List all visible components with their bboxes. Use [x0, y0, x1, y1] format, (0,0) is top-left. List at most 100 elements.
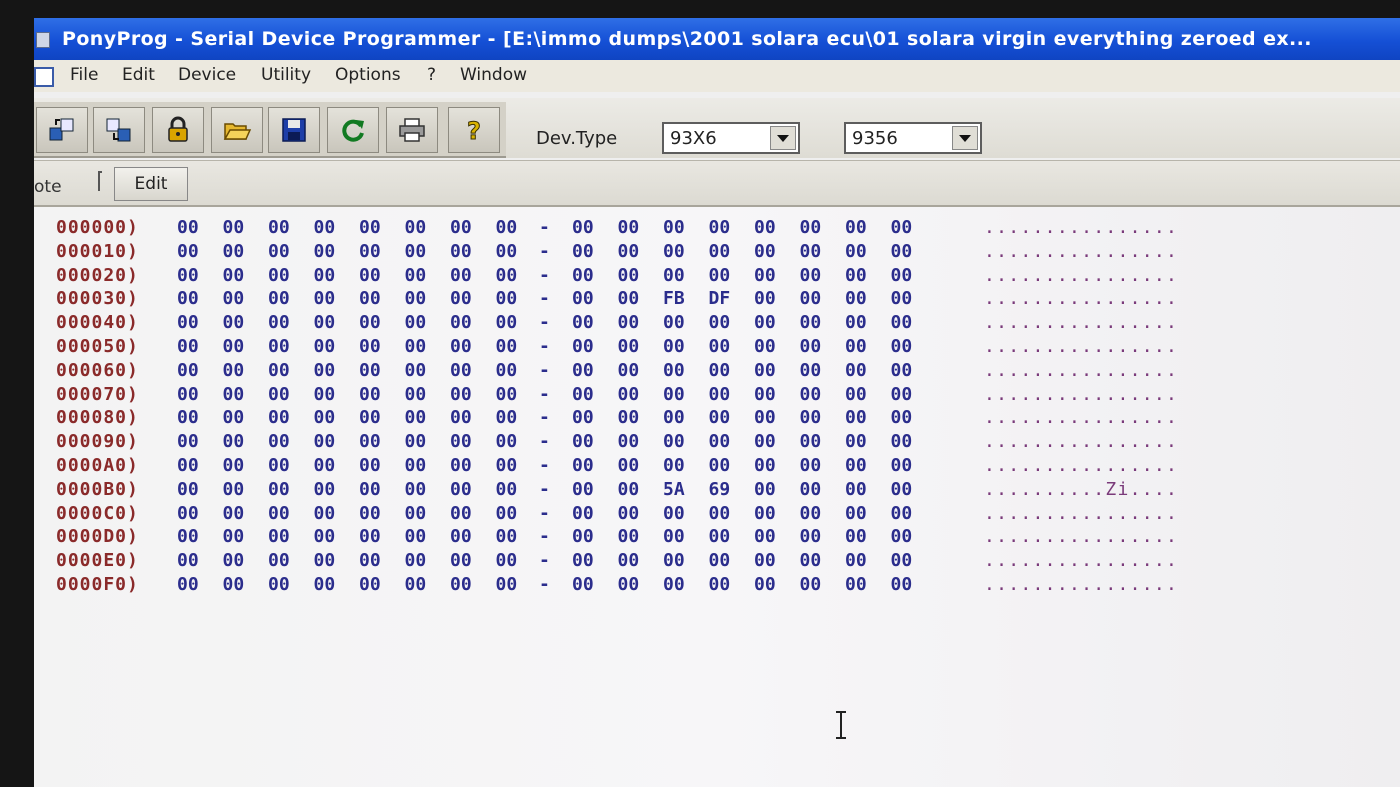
hex-byte[interactable]: 00 — [572, 455, 594, 476]
hex-byte[interactable]: 00 — [663, 241, 685, 262]
hex-byte[interactable]: 00 — [618, 312, 640, 333]
menu-file[interactable]: File — [68, 65, 100, 85]
hex-byte[interactable]: 00 — [223, 455, 245, 476]
hex-byte[interactable]: 00 — [618, 550, 640, 571]
hex-byte[interactable]: 00 — [359, 265, 381, 286]
hex-byte[interactable]: 00 — [709, 503, 731, 524]
hex-byte[interactable]: 00 — [177, 407, 199, 428]
hex-row-ascii[interactable]: ................ — [984, 503, 1178, 524]
hex-byte[interactable]: 00 — [359, 241, 381, 262]
hex-byte[interactable]: 00 — [223, 336, 245, 357]
save-device-button[interactable] — [93, 107, 145, 153]
help-button[interactable]: ? — [448, 107, 500, 153]
hex-byte[interactable]: 00 — [450, 217, 472, 238]
hex-byte[interactable]: 00 — [845, 312, 867, 333]
hex-byte[interactable]: 00 — [754, 288, 776, 309]
hex-byte[interactable]: 00 — [496, 312, 518, 333]
hex-byte[interactable]: 00 — [800, 217, 822, 238]
hex-byte[interactable]: 00 — [891, 265, 913, 286]
hex-byte[interactable]: 00 — [709, 312, 731, 333]
hex-byte[interactable]: 00 — [359, 360, 381, 381]
hex-byte[interactable]: 00 — [314, 503, 336, 524]
hex-byte[interactable]: 00 — [405, 455, 427, 476]
hex-byte[interactable]: 00 — [845, 550, 867, 571]
hex-byte[interactable]: 5A — [663, 479, 685, 500]
hex-byte[interactable]: 00 — [618, 407, 640, 428]
hex-byte[interactable]: 00 — [845, 455, 867, 476]
hex-byte[interactable]: 00 — [496, 288, 518, 309]
hex-byte[interactable]: 00 — [618, 479, 640, 500]
hex-byte[interactable]: 00 — [314, 288, 336, 309]
hex-byte[interactable]: 00 — [754, 336, 776, 357]
hex-byte[interactable]: 00 — [891, 288, 913, 309]
hex-byte[interactable]: 00 — [709, 550, 731, 571]
hex-byte[interactable]: 00 — [268, 241, 290, 262]
hex-byte[interactable]: 00 — [663, 265, 685, 286]
chevron-down-icon[interactable] — [952, 126, 978, 150]
hex-byte[interactable]: 00 — [177, 574, 199, 595]
hex-byte[interactable]: 00 — [450, 431, 472, 452]
hex-byte[interactable]: 00 — [845, 265, 867, 286]
hex-byte[interactable]: 00 — [572, 265, 594, 286]
hex-byte[interactable]: 00 — [572, 288, 594, 309]
hex-byte[interactable]: 00 — [496, 217, 518, 238]
hex-byte[interactable]: 00 — [314, 574, 336, 595]
hex-byte[interactable]: 00 — [405, 265, 427, 286]
hex-byte[interactable]: 00 — [177, 217, 199, 238]
hex-byte[interactable]: 00 — [223, 407, 245, 428]
hex-byte[interactable]: 00 — [800, 384, 822, 405]
open-file-button[interactable] — [211, 107, 263, 153]
hex-byte[interactable]: 00 — [268, 384, 290, 405]
hex-byte[interactable]: 00 — [314, 265, 336, 286]
hex-byte[interactable]: 00 — [845, 526, 867, 547]
hex-byte[interactable]: 00 — [314, 360, 336, 381]
hex-byte[interactable]: 00 — [359, 479, 381, 500]
hex-byte[interactable]: 00 — [496, 407, 518, 428]
hex-byte[interactable]: 00 — [268, 312, 290, 333]
hex-byte[interactable]: 00 — [891, 336, 913, 357]
reload-button[interactable] — [327, 107, 379, 153]
hex-byte[interactable]: 00 — [572, 312, 594, 333]
hex-byte[interactable]: 00 — [496, 455, 518, 476]
hex-byte[interactable]: 00 — [496, 574, 518, 595]
hex-byte[interactable]: 00 — [891, 455, 913, 476]
hex-byte[interactable]: 00 — [800, 360, 822, 381]
hex-byte[interactable]: 00 — [618, 360, 640, 381]
open-device-button[interactable] — [36, 107, 88, 153]
mdi-system-menu-icon[interactable] — [34, 67, 54, 87]
hex-editor[interactable]: 000000) 00 00 00 00 00 00 00 00 00 00 00 00 00 00 00 00-… — [34, 207, 1400, 787]
hex-byte[interactable]: 00 — [405, 288, 427, 309]
hex-byte[interactable]: 00 — [618, 574, 640, 595]
hex-byte[interactable]: 00 — [359, 431, 381, 452]
hex-byte[interactable]: 00 — [268, 574, 290, 595]
hex-byte[interactable]: 00 — [709, 217, 731, 238]
hex-byte[interactable]: 00 — [359, 574, 381, 595]
hex-byte[interactable]: 00 — [754, 455, 776, 476]
hex-byte[interactable]: 00 — [800, 407, 822, 428]
hex-byte[interactable]: 00 — [709, 360, 731, 381]
hex-byte[interactable]: 00 — [891, 526, 913, 547]
hex-byte[interactable]: 00 — [891, 431, 913, 452]
hex-byte[interactable]: 00 — [618, 217, 640, 238]
hex-byte[interactable]: 00 — [618, 241, 640, 262]
hex-byte[interactable]: 00 — [405, 336, 427, 357]
hex-byte[interactable]: 00 — [450, 407, 472, 428]
hex-byte[interactable]: 00 — [845, 479, 867, 500]
hex-row-ascii[interactable]: ................ — [984, 312, 1178, 333]
hex-byte[interactable]: 00 — [223, 431, 245, 452]
hex-row-ascii[interactable]: ................ — [984, 384, 1178, 405]
hex-byte[interactable]: 00 — [572, 384, 594, 405]
hex-row-ascii[interactable]: ................ — [984, 360, 1178, 381]
hex-byte[interactable]: 00 — [618, 336, 640, 357]
hex-byte[interactable]: 00 — [754, 550, 776, 571]
hex-byte[interactable]: 00 — [359, 384, 381, 405]
menu-options[interactable]: Options — [333, 65, 403, 85]
hex-byte[interactable]: 00 — [405, 312, 427, 333]
hex-byte[interactable]: 00 — [450, 526, 472, 547]
hex-byte[interactable]: 00 — [359, 455, 381, 476]
menu-window[interactable]: Window — [458, 65, 529, 85]
hex-byte[interactable]: 00 — [450, 360, 472, 381]
hex-byte[interactable]: 00 — [405, 526, 427, 547]
hex-byte[interactable]: 00 — [754, 312, 776, 333]
hex-byte[interactable]: 00 — [496, 265, 518, 286]
